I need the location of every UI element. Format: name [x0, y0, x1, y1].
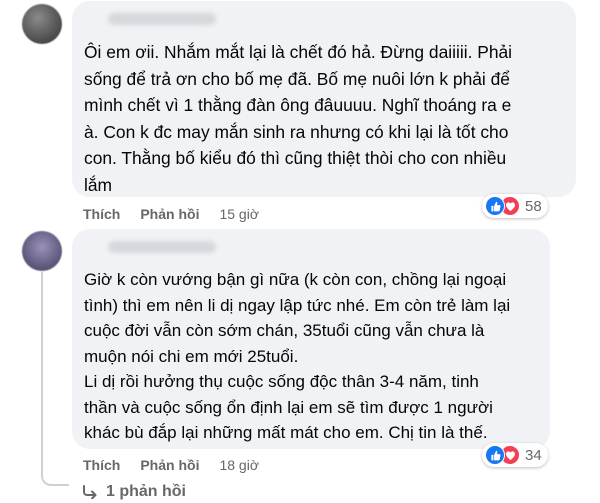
comment-text: Ôi em ơii. Nhắm mắt lại là chết đó hả. Đ…: [84, 39, 512, 198]
commenter-name[interactable]: [108, 241, 216, 253]
comment-line: sống để trả ơn cho bố mẹ đã. Bố mẹ nuôi …: [84, 68, 510, 89]
comment-line: lắm: [84, 174, 113, 195]
comment-line: khác bù đắp lại những mất mát cho em. Ch…: [84, 423, 488, 442]
comment-line: thần và cuộc sống ổn định lại em sẽ tìm …: [84, 397, 493, 417]
comment-line: con. Thằng bố kiểu đó thì cũng thiệt thò…: [84, 148, 507, 168]
comment-actions: Thích Phản hồi 18 giờ: [83, 457, 259, 473]
reaction-count: 58: [525, 197, 542, 215]
comment-line: muộn nói chi em mới 25tuổi.: [84, 346, 299, 366]
reply-button[interactable]: Phản hồi: [140, 206, 199, 222]
comment-line: Li dị rồi hưởng thụ cuộc sống độc thân 3…: [84, 372, 479, 391]
comment-line: mình chết vì 1 thằng đàn ông đâuuuu. Ngh…: [84, 95, 512, 115]
avatar[interactable]: [22, 231, 62, 271]
comment-line: tình) thì em nên li dị ngay lập tức nhé.…: [84, 295, 511, 315]
avatar[interactable]: [22, 4, 62, 44]
replies-count-label[interactable]: 1 phản hồi: [106, 483, 186, 501]
reaction-summary[interactable]: 58: [482, 194, 548, 218]
comment-actions: Thích Phản hồi 15 giờ: [83, 206, 259, 222]
reply-button[interactable]: Phản hồi: [140, 457, 199, 473]
reaction-count: 34: [525, 446, 542, 464]
thread-connector: [41, 272, 69, 486]
view-replies-link[interactable]: 1 phản hồi: [82, 483, 186, 501]
reaction-summary[interactable]: 34: [482, 443, 548, 467]
comment-timestamp[interactable]: 18 giờ: [219, 457, 259, 473]
comment-bubble: Giờ k còn vướng bận gì nữa (k còn con, c…: [72, 229, 550, 449]
comment-line: Ôi em ơii. Nhắm mắt lại là chết đó hả. Đ…: [84, 42, 513, 62]
reply-arrow-icon: [82, 485, 98, 499]
comment-timestamp[interactable]: 15 giờ: [219, 206, 259, 222]
comment-text: Giờ k còn vướng bận gì nữa (k còn con, c…: [84, 267, 510, 446]
like-icon: [485, 196, 505, 216]
comment-line: cuộc đời vẫn còn sớm chán, 35tuổi cũng v…: [84, 321, 485, 340]
like-button[interactable]: Thích: [83, 206, 120, 222]
comment-line: à. Con k đc may mắn sinh ra nhưng có khi…: [84, 121, 509, 142]
like-icon: [485, 445, 505, 465]
like-button[interactable]: Thích: [83, 457, 120, 473]
commenter-name[interactable]: [108, 13, 216, 25]
comment-line: Giờ k còn vướng bận gì nữa (k còn con, c…: [84, 270, 507, 289]
comment-bubble: Ôi em ơii. Nhắm mắt lại là chết đó hả. Đ…: [72, 1, 576, 197]
